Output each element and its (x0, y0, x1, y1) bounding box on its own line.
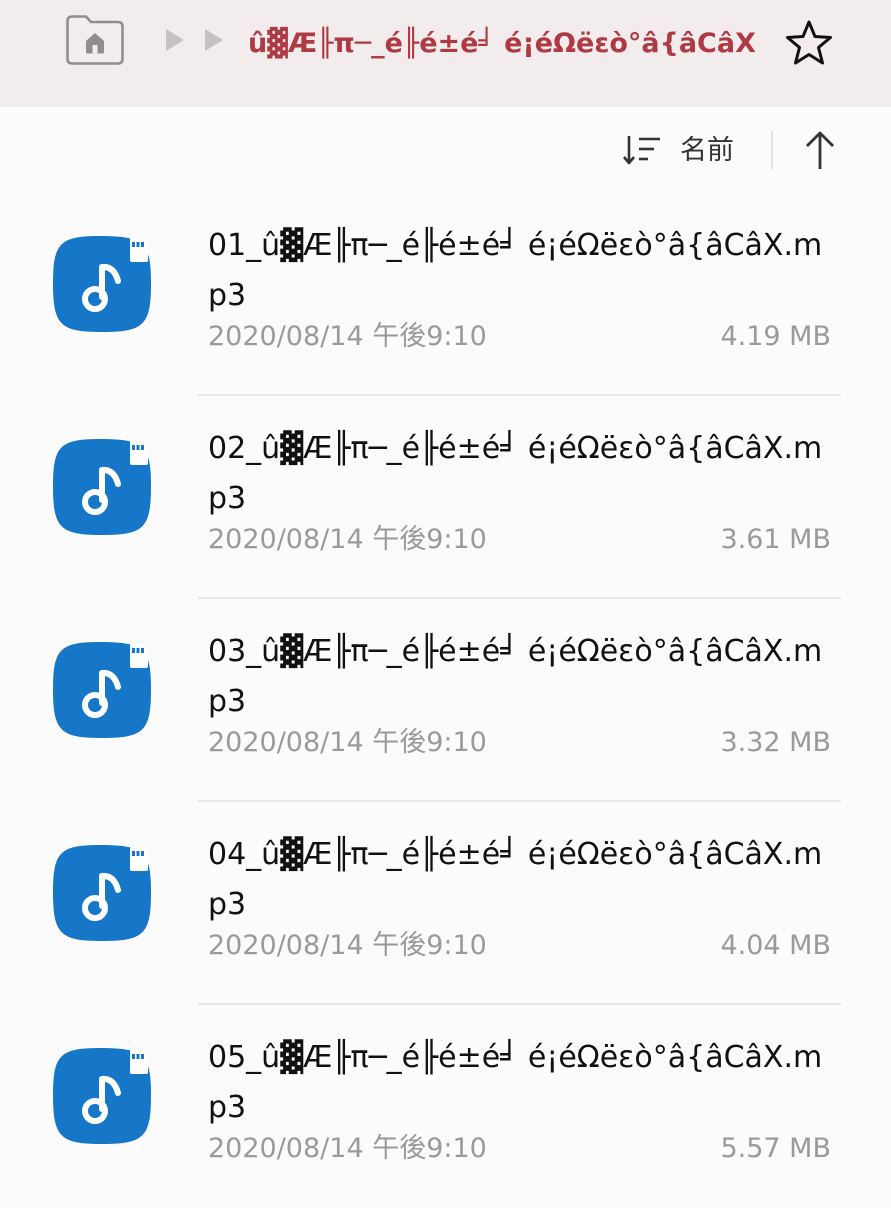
arrow-up-icon[interactable] (800, 129, 840, 171)
music-sd-card-icon (50, 233, 160, 335)
file-name: 04_û▓Æ╟π─_é╟é±é╛ é¡éΩëεò°â{âCâX.mp3 (208, 837, 823, 922)
breadcrumb-current-folder[interactable]: û▓Æ╟π─_é╟é±é╛ é¡éΩëεò°â{âCâX (248, 22, 768, 66)
file-size: 3.32 MB (720, 727, 831, 758)
breadcrumb-separator-icon (205, 29, 223, 51)
file-date: 2020/08/14 午後9:10 (208, 727, 487, 758)
file-list-item[interactable]: 03_û▓Æ╟π─_é╟é±é╛ é¡éΩëεò°â{âCâX.mp3 2020… (0, 599, 891, 802)
sort-divider (771, 131, 773, 169)
file-list-item[interactable]: 05_û▓Æ╟π─_é╟é±é╛ é¡éΩëεò°â{âCâX.mp3 2020… (0, 1005, 891, 1208)
file-list-item[interactable]: 04_û▓Æ╟π─_é╟é±é╛ é¡éΩëεò°â{âCâX.mp3 2020… (0, 802, 891, 1005)
music-sd-card-icon (50, 842, 160, 944)
sort-bar: 名前 (0, 107, 891, 193)
breadcrumb-separator-icon (166, 29, 184, 51)
home-icon[interactable] (66, 15, 124, 65)
file-name: 05_û▓Æ╟π─_é╟é±é╛ é¡éΩëεò°â{âCâX.mp3 (208, 1040, 823, 1125)
star-outline-icon[interactable] (784, 19, 834, 67)
file-size: 3.61 MB (720, 524, 831, 555)
file-list: 01_û▓Æ╟π─_é╟é±é╛ é¡éΩëεò°â{âCâX.mp3 2020… (0, 193, 891, 1208)
file-name: 01_û▓Æ╟π─_é╟é±é╛ é¡éΩëεò°â{âCâX.mp3 (208, 228, 823, 313)
file-date: 2020/08/14 午後9:10 (208, 1133, 487, 1164)
sort-icon[interactable] (622, 133, 662, 167)
top-bar: û▓Æ╟π─_é╟é±é╛ é¡éΩëεò°â{âCâX (0, 0, 891, 107)
file-date: 2020/08/14 午後9:10 (208, 930, 487, 961)
file-name: 02_û▓Æ╟π─_é╟é±é╛ é¡éΩëεò°â{âCâX.mp3 (208, 431, 823, 516)
file-name: 03_û▓Æ╟π─_é╟é±é╛ é¡éΩëεò°â{âCâX.mp3 (208, 634, 823, 719)
music-sd-card-icon (50, 1045, 160, 1147)
file-date: 2020/08/14 午後9:10 (208, 524, 487, 555)
music-sd-card-icon (50, 436, 160, 538)
file-size: 4.19 MB (720, 321, 831, 352)
music-sd-card-icon (50, 639, 160, 741)
file-list-item[interactable]: 02_û▓Æ╟π─_é╟é±é╛ é¡éΩëεò°â{âCâX.mp3 2020… (0, 396, 891, 599)
file-date: 2020/08/14 午後9:10 (208, 321, 487, 352)
file-list-item[interactable]: 01_û▓Æ╟π─_é╟é±é╛ é¡éΩëεò°â{âCâX.mp3 2020… (0, 193, 891, 396)
file-size: 5.57 MB (720, 1133, 831, 1164)
sort-by-label[interactable]: 名前 (680, 131, 734, 171)
file-size: 4.04 MB (720, 930, 831, 961)
